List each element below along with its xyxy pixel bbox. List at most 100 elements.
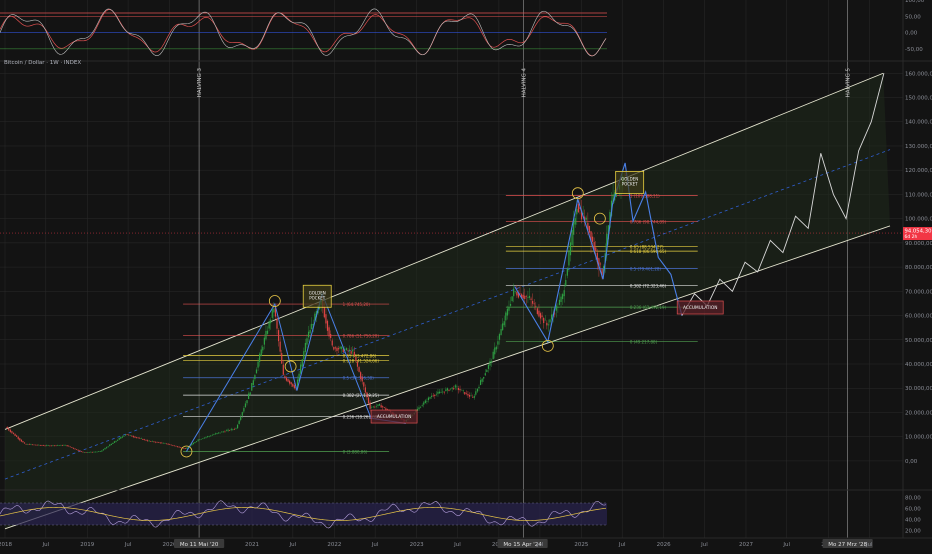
golden-pocket-2021-label: POCKET: [309, 295, 326, 300]
candle-body: [358, 367, 359, 372]
candle-body: [450, 389, 451, 390]
oscillator-axis-label: 0,00: [905, 31, 918, 37]
y-axis-label: 70.000,00: [905, 289, 932, 295]
rsi-band: [0, 503, 607, 525]
candle-body: [40, 445, 41, 446]
candle-body: [87, 452, 88, 453]
candle-body: [500, 329, 501, 335]
candle-body: [371, 407, 372, 408]
candle-body: [168, 444, 169, 445]
candle-body: [542, 316, 543, 317]
y-axis-label: 20.000,00: [905, 410, 932, 416]
candle-body: [160, 443, 161, 444]
candle-body: [434, 395, 435, 396]
candle-body: [234, 429, 235, 430]
candle-body: [169, 444, 170, 445]
candle-body: [420, 407, 421, 408]
candle-body: [166, 443, 167, 444]
candle-body: [515, 291, 516, 292]
candle-body: [85, 452, 86, 453]
candle-body: [328, 327, 329, 336]
candle-body: [114, 441, 115, 443]
accumulation-2026-label: ACCUMULATION: [683, 305, 717, 311]
candle-body: [354, 352, 355, 356]
x-axis-label: Jul: [124, 542, 132, 548]
btc-weekly-chart[interactable]: 100,0050,000,00-50,00 1 (64.745,20)0.786…: [0, 0, 932, 550]
candle-body: [240, 417, 241, 420]
candle-body: [493, 352, 494, 359]
candle-body: [461, 390, 462, 391]
candle-body: [242, 412, 243, 416]
candle-body: [422, 405, 423, 406]
candle-body: [504, 321, 505, 325]
candle-body: [332, 340, 333, 345]
candle-body: [52, 445, 53, 446]
halving-label: HALVING 5: [846, 68, 852, 98]
fib-2025-level-label: 0.5 (79.461,28): [630, 266, 662, 271]
candle-body: [125, 435, 126, 436]
candle-body: [221, 432, 222, 433]
candle-body: [123, 436, 124, 437]
candle-body: [499, 334, 500, 340]
candle-body: [512, 296, 513, 301]
candle-body: [93, 452, 94, 453]
candle-body: [575, 218, 576, 224]
x-axis-label: Mo 11 Mai '20: [180, 542, 219, 548]
candle-body: [267, 331, 268, 334]
candle-body: [145, 440, 146, 441]
candle-body: [303, 351, 304, 359]
candle-body: [474, 396, 475, 398]
candle-body: [106, 447, 107, 448]
fib-2021-level-label: 0.5 (34.336,38): [343, 376, 375, 381]
y-axis-label: 110.000,00: [905, 192, 932, 198]
x-axis-label: 2021: [245, 542, 259, 548]
x-axis-label: Jul: [536, 542, 544, 548]
candle-body: [436, 394, 437, 395]
accumulation-2022-label: ACCUMULATION: [377, 414, 411, 420]
candle-body: [264, 338, 265, 345]
candle-body: [557, 307, 558, 308]
candle-body: [22, 441, 23, 442]
candle-body: [338, 348, 339, 349]
oscillator-axis-label: -50,00: [905, 47, 923, 53]
candle-body: [352, 350, 353, 352]
candle-body: [128, 435, 129, 436]
candle-body: [205, 437, 206, 438]
x-axis-label: Mo 27 Mrz '28: [828, 542, 867, 548]
candle-body: [310, 330, 311, 333]
candle-body: [502, 323, 503, 330]
candle-body: [325, 314, 326, 323]
candle-body: [158, 442, 159, 443]
candle-body: [122, 437, 123, 438]
candle-body: [253, 380, 254, 385]
candle-body: [76, 449, 77, 450]
candle-body: [90, 452, 91, 453]
candle-body: [10, 430, 11, 432]
candle-body: [78, 450, 79, 451]
candle-body: [24, 443, 25, 444]
candle-body: [175, 446, 176, 447]
x-axis-label: 2023: [410, 542, 424, 548]
candle-body: [7, 427, 8, 428]
x-axis-label: Jul: [865, 542, 873, 548]
candle-body: [273, 309, 274, 313]
candle-body: [239, 421, 240, 424]
fib-2025-level-label: 0 (49.217,88): [630, 340, 658, 345]
candle-body: [431, 396, 432, 397]
candle-body: [333, 347, 334, 350]
candle-body: [280, 342, 281, 352]
y-axis-label: 10.000,00: [905, 435, 932, 441]
candle-body: [150, 441, 151, 442]
candle-body: [161, 443, 162, 444]
current-price-countdown: 6d 2h: [905, 234, 918, 240]
chart-canvas[interactable]: 100,0050,000,00-50,00 1 (64.745,20)0.786…: [0, 0, 932, 550]
candle-body: [540, 313, 541, 318]
candle-body: [186, 448, 187, 449]
candle-body: [259, 354, 260, 362]
candle-body: [185, 448, 186, 449]
candle-body: [37, 445, 38, 446]
candle-body: [13, 433, 14, 434]
x-axis-label: Jul: [453, 542, 461, 548]
candle-body: [355, 357, 356, 361]
candle-body: [437, 392, 438, 394]
